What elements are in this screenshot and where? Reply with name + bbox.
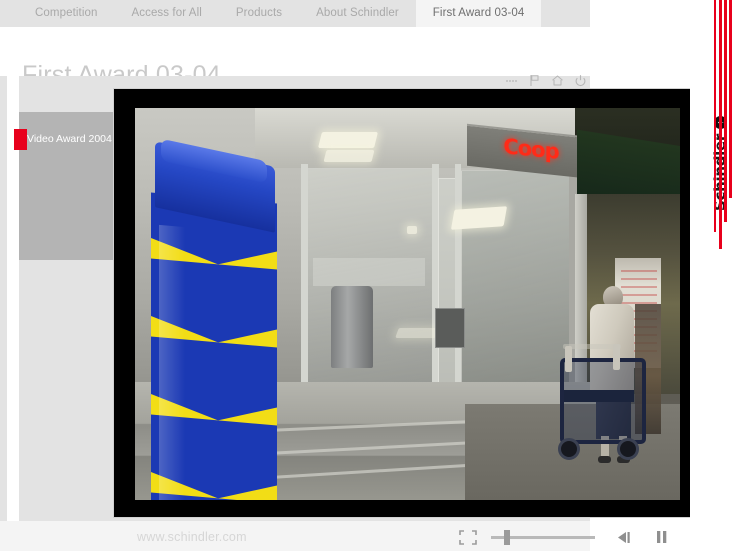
brand-accent-bar [714, 0, 716, 232]
brand-accent-bar [729, 0, 732, 198]
nav-tab-access-for-all[interactable]: Access for All [114, 0, 218, 27]
walker-handle [613, 344, 620, 370]
pause-button[interactable] [655, 530, 668, 544]
chevron-bollard [151, 136, 277, 500]
page-root: Competition Access for All Products Abou… [0, 0, 735, 551]
person-shoe [598, 456, 611, 463]
seek-handle[interactable] [503, 530, 510, 545]
walker-frame [560, 358, 646, 444]
player-toolbar [505, 73, 590, 88]
ceiling-light [407, 226, 417, 234]
ceiling-light [450, 206, 508, 230]
sidebar-item-video-award-2004[interactable]: Video Award 2004 [27, 133, 112, 145]
ceiling-light [318, 132, 378, 148]
home-icon[interactable] [551, 74, 564, 87]
flag-icon[interactable] [528, 74, 541, 87]
brand-accent-bar [724, 0, 727, 222]
window-mullion [301, 164, 308, 394]
player-controls [458, 527, 668, 547]
seek-slider[interactable] [491, 530, 596, 545]
top-navigation: Competition Access for All Products Abou… [0, 0, 590, 27]
wall-machine [435, 308, 465, 348]
ceiling-light [395, 328, 439, 338]
nav-tab-competition[interactable]: Competition [18, 0, 114, 27]
waste-bin [331, 286, 373, 368]
nav-tab-products[interactable]: Products [219, 0, 299, 27]
site-url-label: www.schindler.com [137, 530, 247, 544]
more-dots-icon[interactable] [505, 74, 518, 87]
nav-tab-about-schindler[interactable]: About Schindler [299, 0, 416, 27]
window-glass [461, 170, 573, 407]
walker-wheel [617, 438, 639, 460]
ceiling-light [323, 150, 375, 162]
video-scene: Coop [135, 108, 680, 500]
nav-tab-first-award[interactable]: First Award 03-04 [415, 0, 542, 27]
brand-accent-bar [719, 0, 722, 249]
walker-handle [565, 346, 572, 372]
video-viewport[interactable]: Coop [135, 108, 680, 500]
walker-wheel [558, 438, 580, 460]
power-icon[interactable] [574, 74, 587, 87]
video-player[interactable]: Coop [113, 88, 701, 518]
fullscreen-icon[interactable] [458, 529, 477, 545]
sidebar-item-marker-icon [14, 129, 27, 150]
step-back-button[interactable] [616, 531, 633, 544]
bollard-highlight [159, 224, 185, 500]
